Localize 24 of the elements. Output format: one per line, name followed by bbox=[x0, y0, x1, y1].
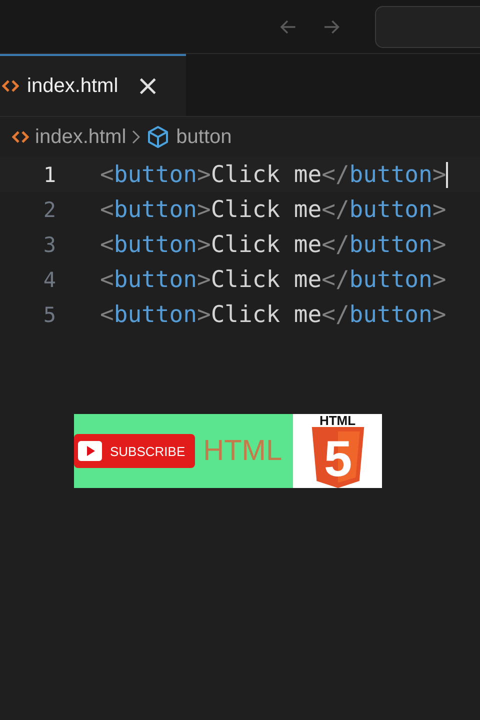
logo-label: HTML bbox=[319, 414, 356, 427]
text-cursor bbox=[446, 162, 448, 188]
line-number: 1 bbox=[42, 162, 57, 186]
line-number: 3 bbox=[42, 232, 57, 256]
line-number: 5 bbox=[42, 302, 57, 326]
editor-tab[interactable]: index.html × bbox=[0, 54, 186, 116]
code-line: <button>Click me</button> bbox=[100, 162, 446, 188]
code-line: <button>Click me</button> bbox=[100, 266, 446, 292]
code-line: <button>Click me</button> bbox=[100, 232, 446, 258]
close-button[interactable]: × bbox=[136, 72, 160, 100]
code-line: <button>Click me</button> bbox=[100, 302, 446, 328]
code-icon bbox=[2, 80, 19, 92]
cube-icon bbox=[146, 125, 170, 149]
breadcrumb-symbol[interactable]: button bbox=[176, 126, 232, 148]
play-icon bbox=[78, 441, 102, 461]
chevron-icon bbox=[132, 130, 140, 144]
banner-title: HTML bbox=[203, 434, 282, 468]
search-field[interactable] bbox=[375, 6, 480, 48]
line-number: 2 bbox=[42, 198, 57, 222]
subscribe-button[interactable]: SUBSCRIBE bbox=[74, 434, 196, 468]
line-number: 4 bbox=[42, 268, 57, 292]
code-icon bbox=[12, 131, 29, 143]
breadcrumb-file[interactable]: index.html bbox=[35, 126, 126, 148]
code-line: <button>Click me</button> bbox=[100, 196, 446, 222]
